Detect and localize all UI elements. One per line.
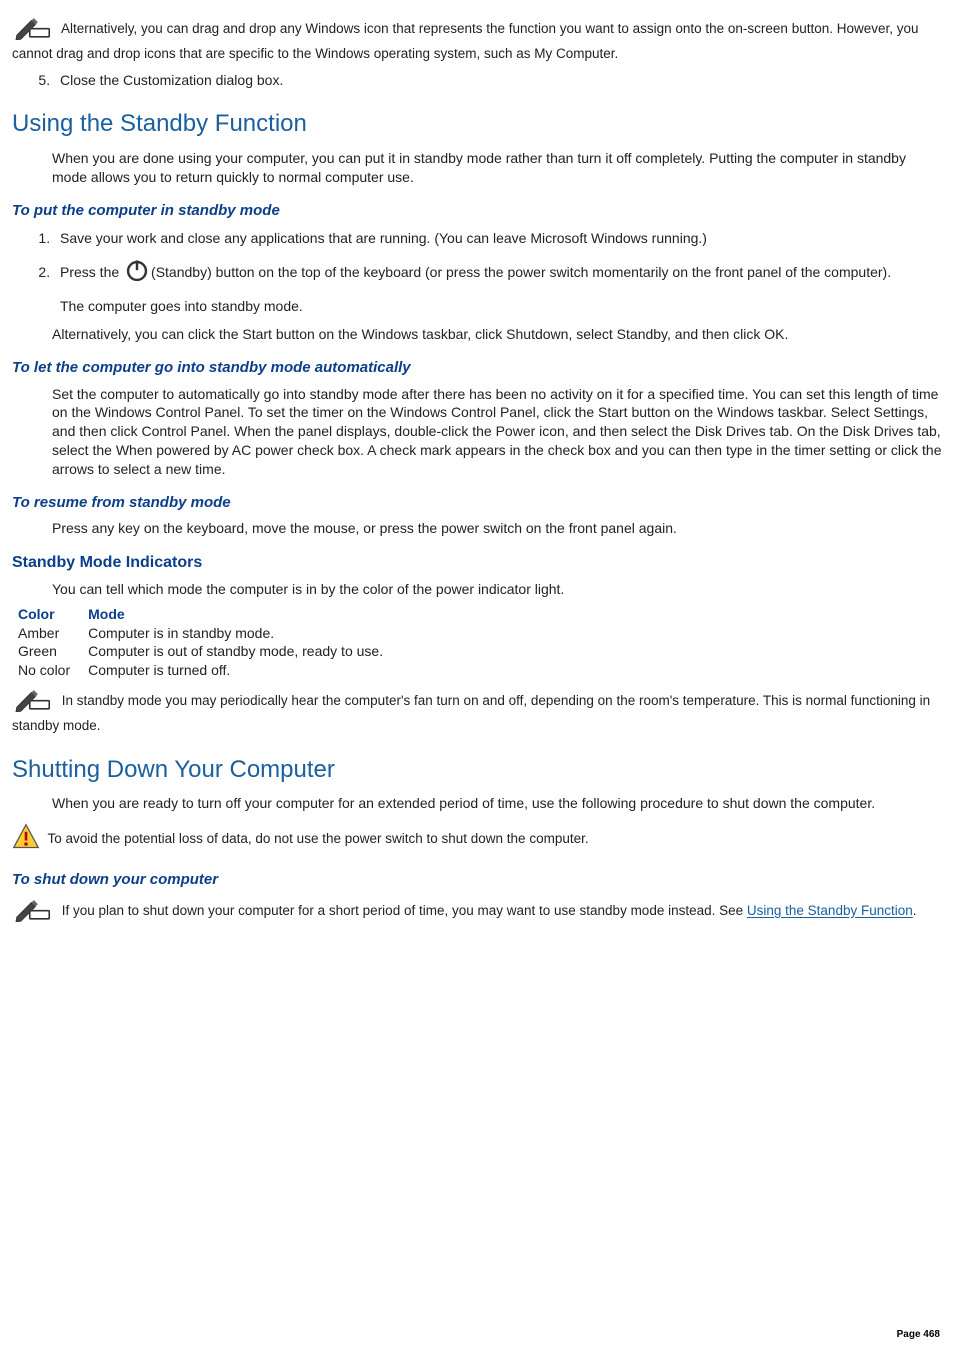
put-standby-step-1: Save your work and close any application… — [54, 229, 942, 248]
link-using-standby[interactable]: Using the Standby Function — [747, 904, 913, 919]
note-text: In standby mode you may periodically hea… — [12, 693, 930, 733]
put-standby-step-2: Press the (Standby) button on the top of… — [54, 258, 942, 316]
note-drag-drop: Alternatively, you can drag and drop any… — [12, 14, 942, 63]
note-short-shutdown: If you plan to shut down your computer f… — [12, 896, 942, 927]
pencil-note-icon — [12, 14, 54, 45]
put-standby-alternative: Alternatively, you can click the Start b… — [52, 325, 942, 344]
page-number: Page 468 — [897, 1328, 940, 1342]
shutdown-intro: When you are ready to turn off your comp… — [52, 794, 942, 813]
heading-shutting-down: Shutting Down Your Computer — [12, 754, 942, 786]
table-row: No color Computer is turned off. — [18, 661, 401, 680]
table-row: Amber Computer is in standby mode. — [18, 624, 401, 643]
standby-intro: When you are done using your computer, y… — [52, 149, 942, 187]
customization-steps-continued: Close the Customization dialog box. — [50, 71, 942, 90]
note-text-post: . — [913, 904, 917, 919]
put-standby-steps: Save your work and close any application… — [50, 229, 942, 316]
heading-using-standby: Using the Standby Function — [12, 108, 942, 140]
heading-auto-standby: To let the computer go into standby mode… — [12, 358, 942, 378]
heading-put-standby: To put the computer in standby mode — [12, 201, 942, 221]
standby-indicators-table: Color Mode Amber Computer is in standby … — [18, 605, 401, 681]
table-header-color: Color — [18, 605, 88, 624]
warning-text: To avoid the potential loss of data, do … — [48, 831, 589, 846]
auto-standby-body: Set the computer to automatically go int… — [52, 385, 942, 479]
heading-shutdown-procedure: To shut down your computer — [12, 870, 942, 890]
resume-body: Press any key on the keyboard, move the … — [52, 519, 942, 538]
heading-resume-standby: To resume from standby mode — [12, 493, 942, 513]
heading-standby-indicators: Standby Mode Indicators — [12, 552, 942, 574]
standby-icon — [124, 258, 150, 289]
pencil-note-icon — [12, 896, 54, 927]
warning-icon — [12, 823, 40, 856]
table-header-mode: Mode — [88, 605, 401, 624]
table-row: Green Computer is out of standby mode, r… — [18, 642, 401, 661]
note-text: Alternatively, you can drag and drop any… — [12, 21, 919, 61]
indicators-intro: You can tell which mode the computer is … — [52, 580, 942, 599]
step-5: Close the Customization dialog box. — [54, 71, 942, 90]
put-standby-result: The computer goes into standby mode. — [60, 297, 942, 316]
note-fan: In standby mode you may periodically hea… — [12, 686, 942, 735]
warning-shutdown: To avoid the potential loss of data, do … — [12, 823, 942, 856]
pencil-note-icon — [12, 686, 54, 717]
note-text-pre: If you plan to shut down your computer f… — [62, 904, 747, 919]
